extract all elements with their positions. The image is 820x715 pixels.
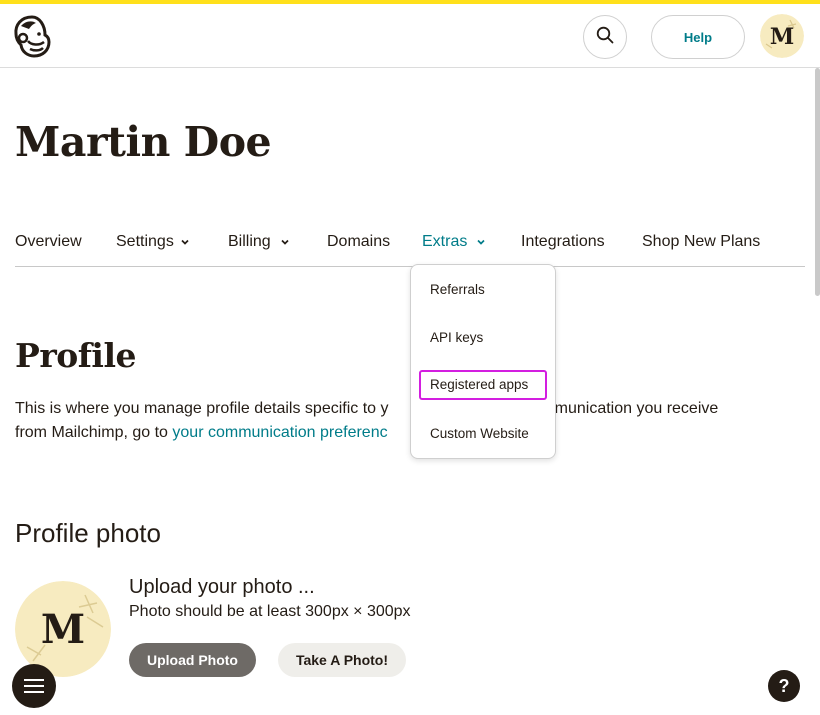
- upload-requirements: Photo should be at least 300px × 300px: [129, 603, 411, 620]
- menu-item-referrals[interactable]: Referrals: [419, 275, 547, 305]
- tab-integrations[interactable]: Integrations: [521, 233, 605, 251]
- upload-photo-button[interactable]: Upload Photo: [129, 643, 256, 677]
- profile-photo-avatar: M: [15, 581, 111, 677]
- tab-domains[interactable]: Domains: [327, 233, 390, 251]
- menu-item-api-keys[interactable]: API keys: [419, 323, 547, 353]
- page-scrollbar[interactable]: [815, 68, 820, 296]
- tab-label: Settings: [116, 233, 174, 250]
- avatar-letter: M: [770, 24, 794, 50]
- tab-label: Billing: [228, 233, 271, 250]
- tab-billing[interactable]: Billing: [228, 233, 290, 251]
- tab-label: Extras: [422, 233, 468, 250]
- chevron-down-icon: [477, 239, 485, 245]
- avatar-letter: M: [41, 606, 85, 653]
- tab-settings[interactable]: Settings: [116, 233, 190, 251]
- mailchimp-logo-icon[interactable]: [12, 14, 52, 58]
- hamburger-menu-icon: [24, 679, 44, 693]
- upload-title: Upload your photo ...: [129, 576, 315, 598]
- main-menu-button[interactable]: [12, 664, 56, 708]
- tab-label: Integrations: [521, 233, 605, 250]
- tab-label: Shop New Plans: [642, 233, 761, 250]
- chevron-down-icon: [181, 239, 189, 245]
- profile-desc-text-2: from Mailchimp, go to: [15, 424, 173, 441]
- profile-photo-heading: Profile photo: [15, 518, 161, 548]
- tab-label: Domains: [327, 233, 391, 250]
- tab-shop-new-plans[interactable]: Shop New Plans: [642, 233, 760, 251]
- take-photo-button[interactable]: Take A Photo!: [278, 643, 406, 677]
- account-avatar[interactable]: M: [760, 14, 804, 58]
- tab-overview[interactable]: Overview: [15, 233, 82, 251]
- account-nav-tabs: Overview Settings Billing Domains Extras…: [15, 226, 805, 267]
- tab-extras[interactable]: Extras: [422, 233, 486, 251]
- profile-description: This is where you manage profile details…: [15, 397, 795, 445]
- profile-heading: Profile: [15, 336, 136, 375]
- page-title: Martin Doe: [15, 118, 272, 166]
- extras-dropdown-menu: Referrals API keys Registered apps Custo…: [410, 264, 556, 459]
- menu-item-custom-website[interactable]: Custom Website: [419, 419, 547, 449]
- search-icon: [596, 26, 614, 49]
- help-question-button[interactable]: ?: [768, 670, 800, 702]
- search-button[interactable]: [583, 15, 627, 59]
- profile-desc-text: This is where you manage profile details…: [15, 400, 389, 417]
- menu-item-registered-apps[interactable]: Registered apps: [419, 370, 547, 400]
- chevron-down-icon: [281, 239, 289, 245]
- tab-label: Overview: [15, 233, 82, 250]
- top-header: Help M: [0, 4, 820, 68]
- help-button[interactable]: Help: [651, 15, 745, 59]
- communication-preferences-link[interactable]: your communication preferenc: [172, 424, 387, 441]
